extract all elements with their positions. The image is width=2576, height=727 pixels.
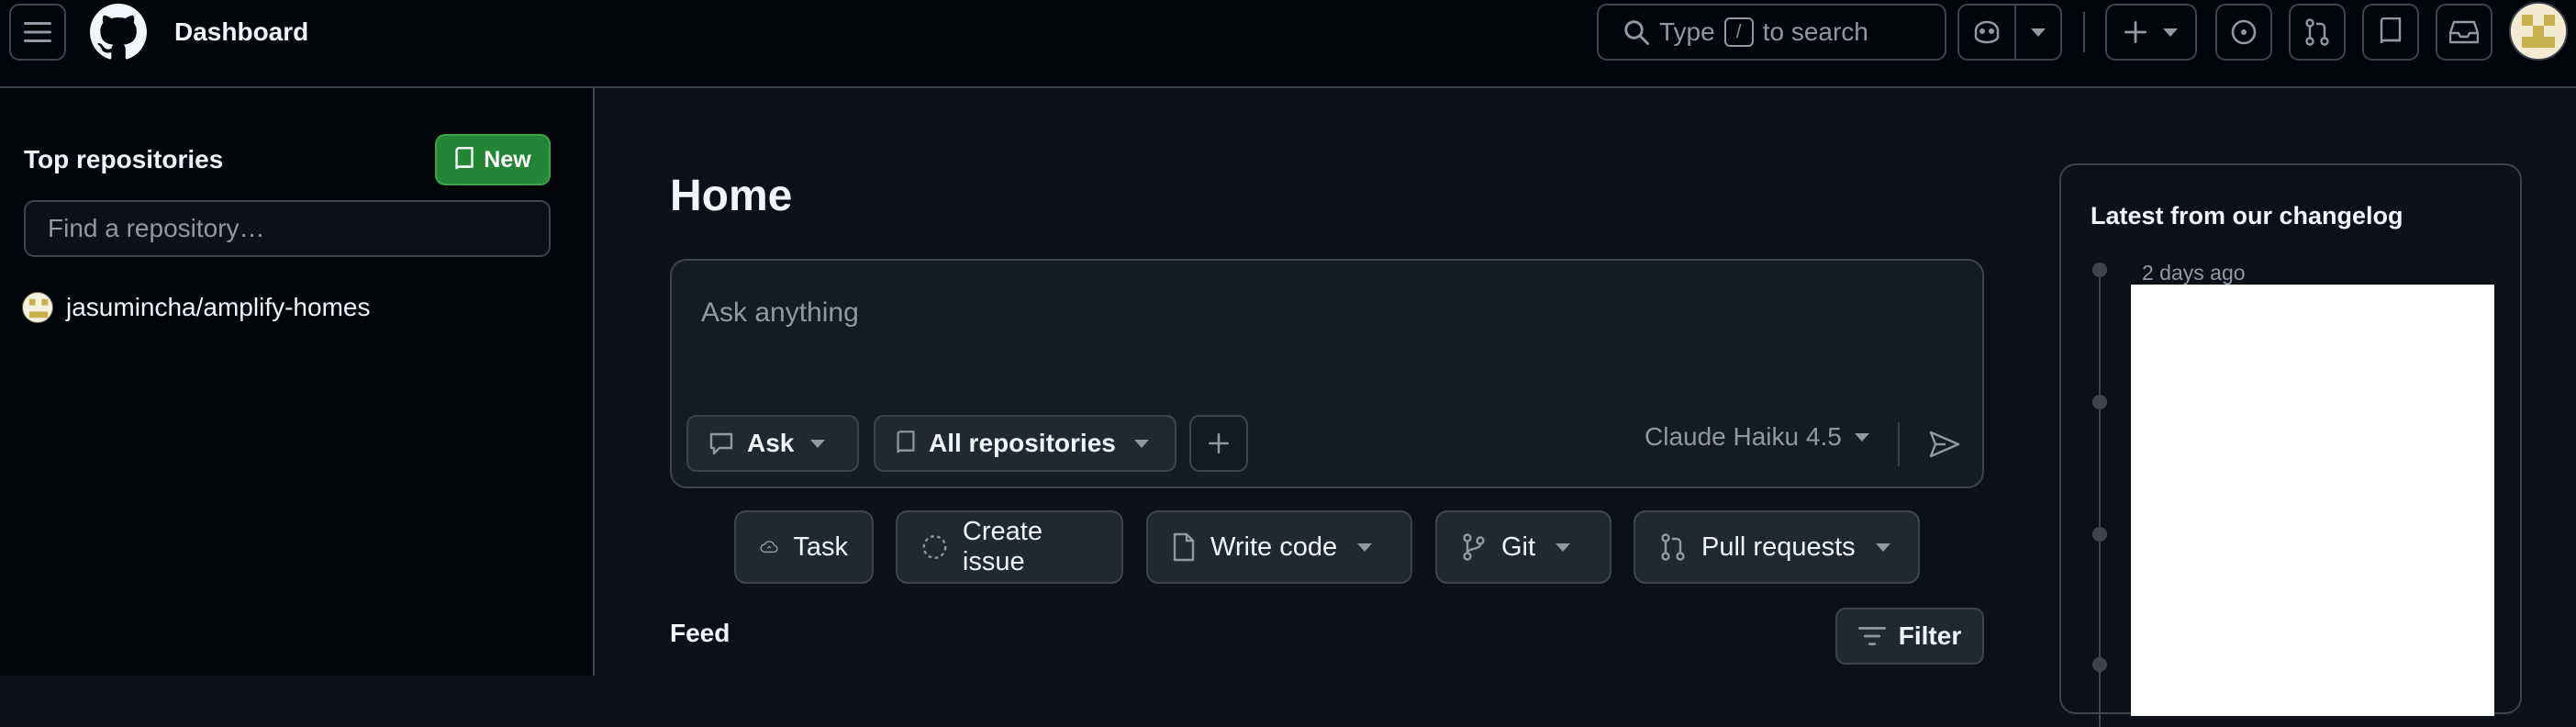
chevron-down-icon [1556,542,1571,552]
plus-icon [1209,433,1229,453]
git-button[interactable]: Git [1435,510,1611,584]
add-attachment-button[interactable] [1189,415,1248,472]
issue-opened-icon [2231,19,2257,45]
search-hint-suffix: to search [1762,17,1868,46]
filter-icon [1857,627,1886,645]
create-issue-label: Create issue [962,517,1043,576]
copilot-ask-box[interactable]: Ask anything Ask All repositories Claude… [670,259,1984,488]
feed-filter-label: Filter [1898,621,1962,650]
pull-requests-button[interactable] [2289,4,2346,61]
user-avatar[interactable] [2509,2,2568,61]
search-box[interactable]: Type / to search [1597,4,1946,61]
search-hint-prefix: Type [1659,17,1715,46]
issues-button[interactable] [2215,4,2272,61]
cloud-icon [760,541,778,554]
git-label: Git [1501,531,1536,562]
create-new-button[interactable] [2105,4,2197,61]
chevron-down-icon [2163,28,2178,37]
timeline-dot [2092,395,2107,409]
issue-draft-icon [922,535,947,559]
new-repository-button[interactable]: New [435,134,551,185]
write-code-label: Write code [1210,531,1338,562]
send-button[interactable] [1925,426,1964,463]
inbox-icon [2449,20,2479,44]
changelog-entry-image[interactable] [2131,285,2494,716]
changelog-heading: Latest from our changelog [2091,202,2403,229]
ask-input[interactable]: Ask anything [701,297,859,329]
git-pull-request-icon [2305,18,2329,46]
repo-icon [897,431,915,453]
search-icon [1624,20,1649,45]
pull-requests-action-button[interactable]: Pull requests [1634,510,1920,584]
copilot-menu-button[interactable] [2014,4,2062,61]
repo-icon [2380,17,2402,44]
plus-icon [2124,21,2147,43]
repositories-button[interactable] [2362,4,2419,61]
ask-mode-button[interactable]: Ask [686,415,859,472]
ask-box-divider [1898,422,1900,466]
chevron-down-icon [810,439,826,448]
chevron-down-icon [1875,542,1890,552]
sidebar: Top repositories New jasumincha/amplify-… [0,88,595,676]
header-divider [2083,12,2085,52]
repository-scope-button[interactable]: All repositories [874,415,1176,472]
page-title: Home [670,172,793,220]
repository-name: jasumincha/amplify-homes [66,293,371,321]
ask-mode-label: Ask [747,429,795,457]
repository-owner-avatar [22,292,53,323]
page-context-title[interactable]: Dashboard [174,18,308,46]
model-picker[interactable]: Claude Haiku 4.5 [1645,422,1869,452]
paper-airplane-icon [1929,431,1960,458]
chevron-down-icon [1133,439,1149,448]
comment-icon [709,432,733,455]
repository-link[interactable]: jasumincha/amplify-homes [22,292,370,323]
create-issue-button[interactable]: Create issue [896,510,1123,584]
feed-filter-button[interactable]: Filter [1835,608,1984,665]
file-icon [1173,532,1195,562]
feed-heading: Feed [670,619,730,647]
timeline-dot [2092,263,2107,277]
task-label: Task [793,531,848,562]
repo-icon [455,147,474,170]
github-logo-icon[interactable] [90,4,147,61]
hamburger-icon [24,22,51,42]
chevron-down-icon [1854,432,1869,442]
git-branch-icon [1463,533,1485,561]
find-repository-input[interactable] [24,200,551,257]
identicon-icon [2511,4,2566,59]
pull-requests-label: Pull requests [1701,531,1856,562]
changelog-entry-date: 2 days ago [2142,261,2246,285]
search-shortcut-key: / [1723,17,1754,47]
top-repositories-heading: Top repositories [24,145,224,173]
git-pull-request-icon [1661,533,1685,561]
new-repository-label: New [484,146,531,173]
menu-button[interactable] [9,4,66,61]
copilot-button[interactable] [1957,4,2016,61]
write-code-button[interactable]: Write code [1146,510,1412,584]
chevron-down-icon [2031,28,2046,37]
timeline-dot [2092,527,2107,542]
repository-scope-label: All repositories [929,429,1116,457]
task-button[interactable]: Task [734,510,874,584]
model-label: Claude Haiku 4.5 [1645,422,1842,451]
top-bar: Dashboard Type / to search [0,0,2576,88]
inbox-button[interactable] [2436,4,2492,61]
timeline-dot [2092,657,2107,672]
changelog-panel: Latest from our changelog 2 days ago [2059,163,2522,727]
copilot-icon [1974,20,2000,44]
chevron-down-icon [1357,542,1373,552]
